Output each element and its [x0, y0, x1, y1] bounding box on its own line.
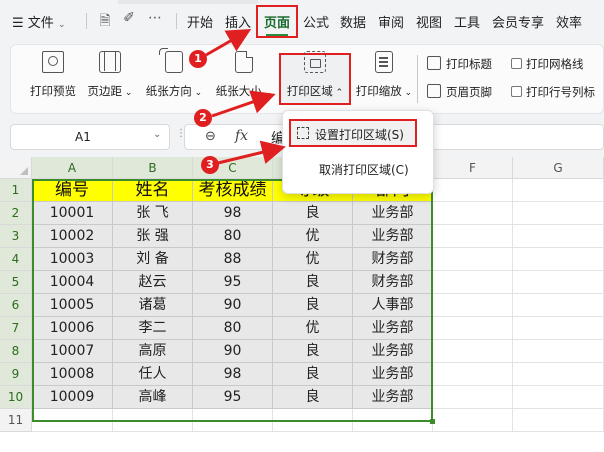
- annotation-badge-1: 1: [189, 50, 207, 68]
- annotation-arrow-1: [205, 29, 252, 57]
- annotation-arrow-3: [217, 140, 286, 165]
- annotation-arrow-2: [211, 90, 276, 118]
- annotation-badge-2: 2: [194, 109, 212, 127]
- annotation-arrows: [205, 29, 286, 165]
- annotation-badge-3: 3: [201, 156, 219, 174]
